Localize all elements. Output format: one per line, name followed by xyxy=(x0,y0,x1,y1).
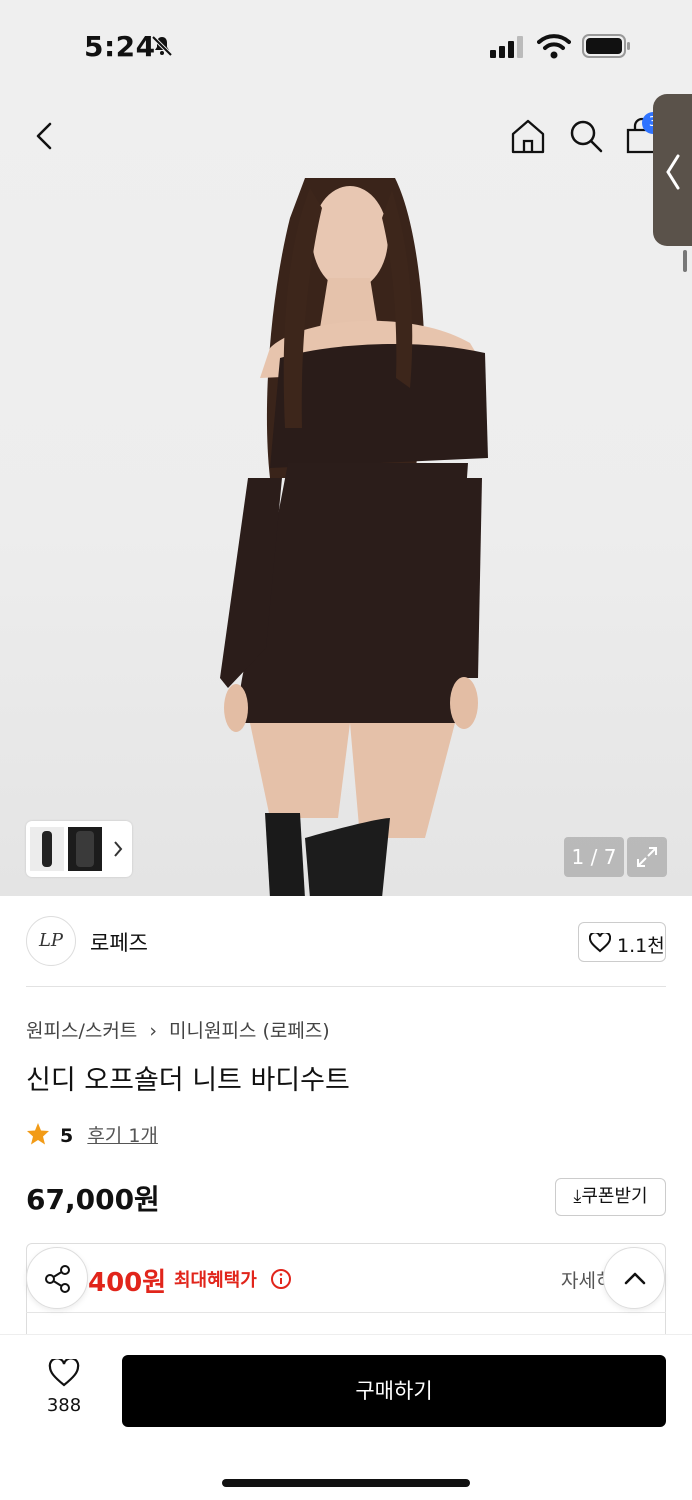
rating-row: 5 후기 1개 xyxy=(26,1121,158,1148)
rating-score: 5 xyxy=(60,1125,74,1147)
side-panel-tab[interactable] xyxy=(653,94,692,246)
buy-button[interactable]: 구매하기 xyxy=(122,1355,666,1427)
share-icon xyxy=(45,1265,70,1293)
coupon-button[interactable]: ⤓쿠폰받기 xyxy=(555,1178,666,1216)
bottom-action-bar: 388 구매하기 xyxy=(0,1334,692,1500)
info-icon[interactable] xyxy=(270,1268,292,1290)
home-indicator xyxy=(222,1479,470,1487)
status-time: 5:24 xyxy=(84,30,156,63)
product-image-gallery[interactable]: 3 xyxy=(0,92,692,896)
brand-like-count: 1.1천 xyxy=(617,935,665,957)
share-button[interactable] xyxy=(26,1247,88,1309)
bell-muted-icon xyxy=(151,35,173,57)
signal-icon xyxy=(490,36,523,58)
max-benefit-price: 400원 xyxy=(88,1268,167,1298)
chevron-right-icon[interactable] xyxy=(112,839,124,859)
product-price: 67,000원 xyxy=(26,1183,160,1216)
thumbnail-2[interactable] xyxy=(68,827,102,871)
image-counter: 1 / 7 xyxy=(564,837,624,877)
product-photo xyxy=(220,178,488,896)
coupon-label: 쿠폰받기 xyxy=(581,1186,648,1207)
heart-icon xyxy=(48,1359,80,1387)
star-icon xyxy=(27,1123,49,1145)
chevron-up-icon xyxy=(624,1272,646,1285)
status-bar: 5:24 xyxy=(0,0,692,92)
divider xyxy=(26,1312,666,1313)
divider xyxy=(26,986,666,987)
expand-icon xyxy=(637,847,657,867)
back-icon[interactable] xyxy=(28,118,64,154)
search-icon[interactable] xyxy=(566,116,606,156)
product-title: 신디 오프숄더 니트 바디수트 xyxy=(26,1065,350,1096)
battery-icon xyxy=(582,34,630,58)
breadcrumb: 원피스/스커트 › 미니원피스 (로페즈) xyxy=(26,1016,330,1043)
wishlist-count: 388 xyxy=(46,1395,82,1416)
thumbnail-strip[interactable] xyxy=(26,821,132,877)
scroll-top-button[interactable] xyxy=(603,1247,665,1309)
brand-logo[interactable]: LP xyxy=(26,916,76,966)
heart-icon xyxy=(589,933,611,953)
max-benefit-label: 최대혜택가 xyxy=(174,1270,257,1291)
chevron-right-icon: › xyxy=(149,1020,157,1042)
reviews-link[interactable]: 후기 1개 xyxy=(87,1125,158,1147)
brand-like-button[interactable]: 1.1천 xyxy=(578,922,666,962)
wifi-icon xyxy=(537,34,571,59)
thumbnail-1[interactable] xyxy=(30,827,64,871)
brand-name[interactable]: 로페즈 xyxy=(90,927,148,957)
chevron-left-icon xyxy=(666,154,680,190)
breadcrumb-category[interactable]: 원피스/스커트 xyxy=(26,1020,137,1042)
expand-button[interactable] xyxy=(627,837,667,877)
side-panel-handle xyxy=(683,250,687,272)
home-icon[interactable] xyxy=(508,116,548,156)
breadcrumb-subcategory[interactable]: 미니원피스 (로페즈) xyxy=(169,1020,330,1042)
